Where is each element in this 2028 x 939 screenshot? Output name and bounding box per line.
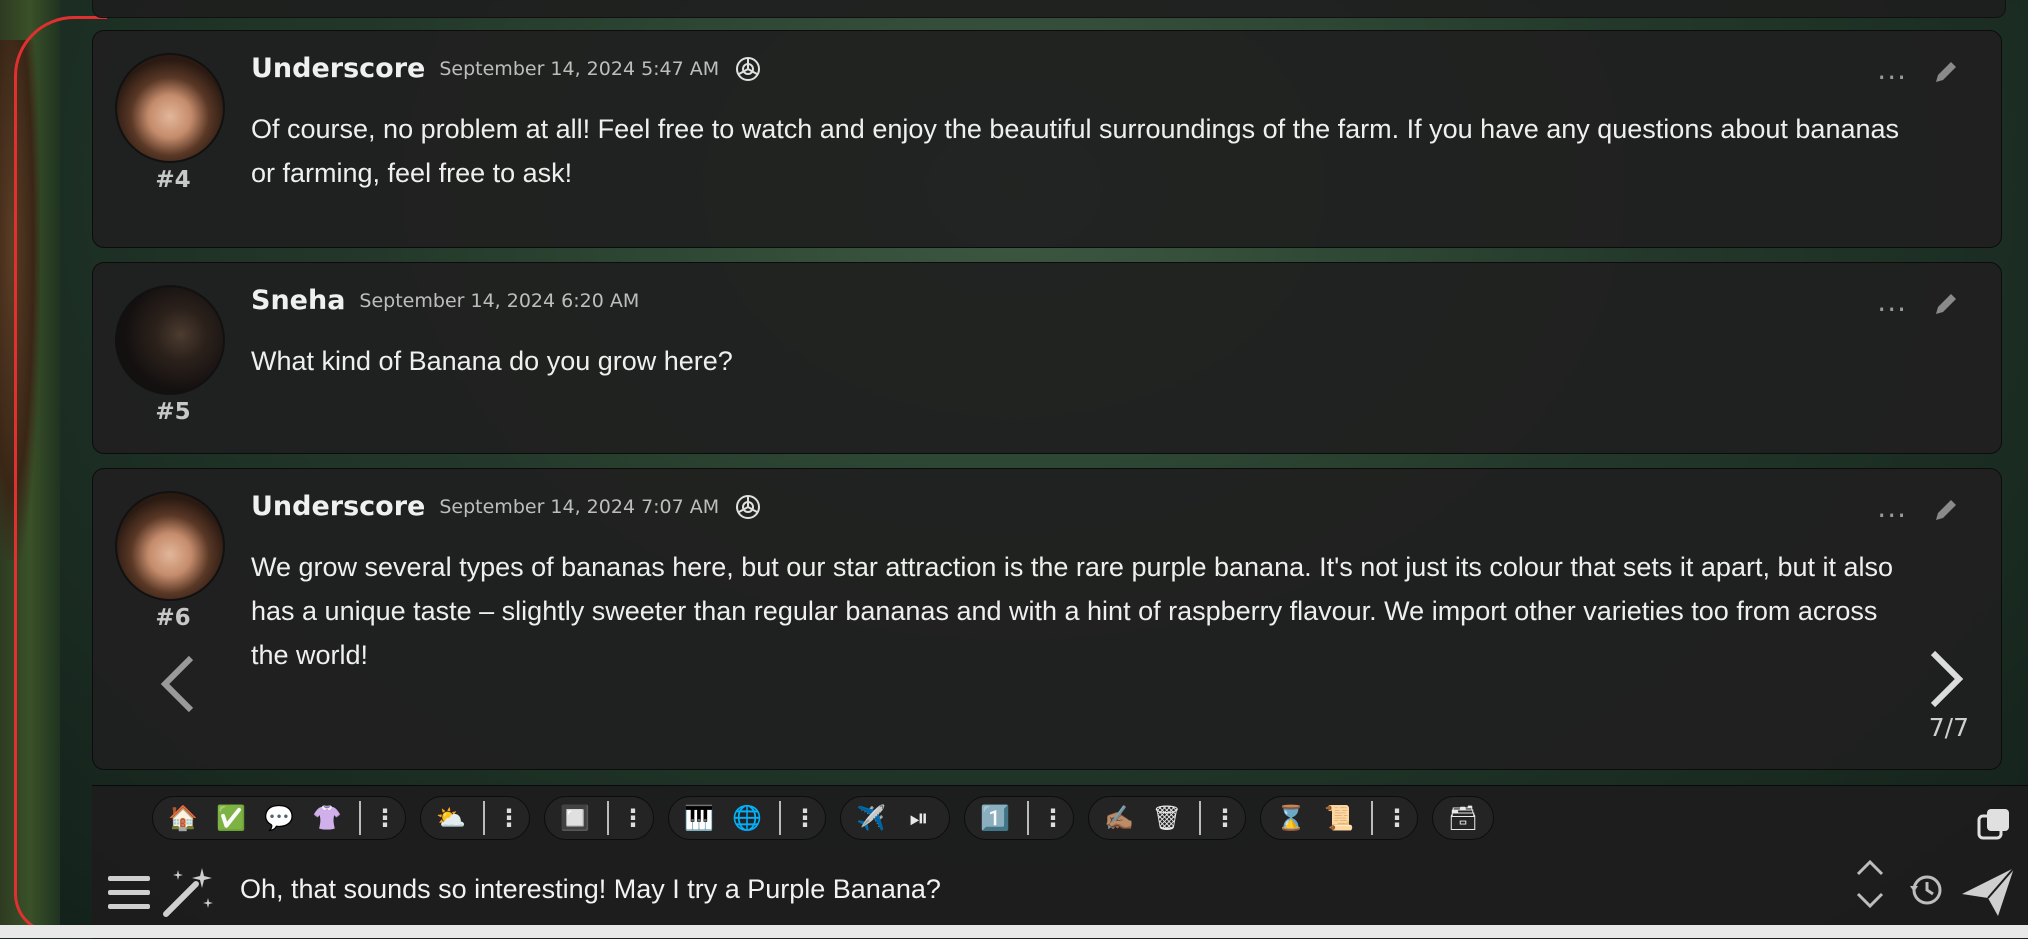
swipe-right-icon[interactable]: [1919, 649, 1969, 709]
message-menu-icon[interactable]: ···: [1877, 499, 1907, 532]
previous-message-card: [92, 0, 2006, 18]
toolbar-group: 1️⃣ ⋮: [964, 796, 1074, 840]
extension-toolbar: 🏠 ✅ 💬 👚 ⋮ ⛅ ⋮ 🔲 ⋮ 🎹 🌐 ⋮ ✈️ ⏯ 1️⃣ ⋮ ✍🏽 🗑 …: [152, 796, 1494, 840]
avatar[interactable]: [115, 285, 225, 395]
menu-icon[interactable]: [106, 872, 152, 914]
message-menu-icon[interactable]: ···: [1877, 61, 1907, 94]
wastebasket-icon[interactable]: 🗑: [1147, 798, 1187, 838]
copy-icon[interactable]: [1974, 804, 2014, 844]
edit-pencil-icon[interactable]: [1931, 289, 1961, 319]
separator: [1199, 801, 1201, 835]
history-icon[interactable]: [1908, 872, 1944, 908]
chevron-down-icon[interactable]: [1852, 888, 1888, 914]
more-options-icon[interactable]: ⋮: [1041, 804, 1065, 832]
avatar[interactable]: [115, 491, 225, 601]
separator: [779, 801, 781, 835]
message-input[interactable]: Oh, that sounds so interesting! May I tr…: [232, 860, 1832, 918]
message-header: Underscore September 14, 2024 5:47 AM: [251, 53, 763, 84]
tshirt-icon[interactable]: 👚: [307, 798, 347, 838]
separator: [359, 801, 361, 835]
toolbar-group: 🎹 🌐 ⋮: [668, 796, 826, 840]
edit-pencil-icon[interactable]: [1931, 57, 1961, 87]
writing-hand-icon[interactable]: ✍🏽: [1099, 798, 1139, 838]
chat-message: #4 Underscore September 14, 2024 5:47 AM…: [92, 30, 2002, 248]
swipe-left-icon[interactable]: [155, 654, 205, 714]
home-icon[interactable]: 🏠: [163, 798, 203, 838]
more-options-icon[interactable]: ⋮: [373, 804, 397, 832]
dashboard-icon[interactable]: 🔲: [555, 798, 595, 838]
toolbar-group: 🗃: [1432, 796, 1494, 840]
message-number: #5: [155, 399, 191, 425]
sender-name: Sneha: [251, 285, 346, 316]
more-options-icon[interactable]: ⋮: [793, 804, 817, 832]
number-one-icon[interactable]: 1️⃣: [975, 798, 1015, 838]
separator: [1027, 801, 1029, 835]
magic-wand-icon[interactable]: [160, 864, 218, 920]
chat-message: #6 Underscore September 14, 2024 7:07 AM…: [92, 468, 2002, 770]
avatar[interactable]: [115, 53, 225, 163]
toolbar-group: ✈️ ⏯: [840, 796, 950, 840]
hourglass-icon[interactable]: ⌛: [1271, 798, 1311, 838]
checkbox-icon[interactable]: ✅: [211, 798, 251, 838]
weather-icon[interactable]: ⛅: [431, 798, 471, 838]
more-options-icon[interactable]: ⋮: [621, 804, 645, 832]
speech-bubble-icon[interactable]: 💬: [259, 798, 299, 838]
edit-pencil-icon[interactable]: [1931, 495, 1961, 525]
input-area: 🏠 ✅ 💬 👚 ⋮ ⛅ ⋮ 🔲 ⋮ 🎹 🌐 ⋮ ✈️ ⏯ 1️⃣ ⋮ ✍🏽 🗑 …: [92, 785, 2028, 939]
message-timestamp: September 14, 2024 6:20 AM: [359, 289, 640, 312]
chat-message: #5 Sneha September 14, 2024 6:20 AM What…: [92, 262, 2002, 454]
play-pause-icon[interactable]: ⏯: [899, 798, 939, 838]
message-header: Underscore September 14, 2024 7:07 AM: [251, 491, 763, 522]
toolbar-group: ⛅ ⋮: [420, 796, 530, 840]
send-icon[interactable]: [1958, 864, 2018, 920]
globe-icon[interactable]: 🌐: [727, 798, 767, 838]
card-box-icon[interactable]: 🗃: [1443, 798, 1483, 838]
toolbar-group: 🏠 ✅ 💬 👚 ⋮: [152, 796, 406, 840]
swipe-counter: 7/7: [1928, 713, 1969, 742]
separator: [607, 801, 609, 835]
sender-name: Underscore: [251, 491, 426, 522]
message-timestamp: September 14, 2024 7:07 AM: [439, 495, 720, 518]
openai-icon: [736, 494, 761, 519]
message-menu-icon[interactable]: ···: [1877, 293, 1907, 326]
openai-icon: [736, 56, 761, 81]
airplane-icon[interactable]: ✈️: [851, 798, 891, 838]
separator: [1371, 801, 1373, 835]
toolbar-group: 🔲 ⋮: [544, 796, 654, 840]
toolbar-group: ⌛ 📜 ⋮: [1260, 796, 1418, 840]
window-bottom-edge: [0, 925, 2028, 938]
toolbar-group: ✍🏽 🗑 ⋮: [1088, 796, 1246, 840]
sender-name: Underscore: [251, 53, 426, 84]
message-header: Sneha September 14, 2024 6:20 AM: [251, 285, 639, 316]
message-number: #6: [155, 605, 191, 631]
message-text: Of course, no problem at all! Feel free …: [251, 114, 1900, 188]
separator: [483, 801, 485, 835]
more-options-icon[interactable]: ⋮: [1213, 804, 1237, 832]
message-timestamp: September 14, 2024 5:47 AM: [439, 57, 720, 80]
message-text: We grow several types of bananas here, b…: [251, 552, 1894, 670]
message-number: #4: [155, 167, 191, 193]
message-text: What kind of Banana do you grow here?: [251, 346, 733, 376]
chevron-up-icon[interactable]: [1852, 854, 1888, 880]
scroll-icon[interactable]: 📜: [1319, 798, 1359, 838]
more-options-icon[interactable]: ⋮: [1385, 804, 1409, 832]
more-options-icon[interactable]: ⋮: [497, 804, 521, 832]
piano-icon[interactable]: 🎹: [679, 798, 719, 838]
